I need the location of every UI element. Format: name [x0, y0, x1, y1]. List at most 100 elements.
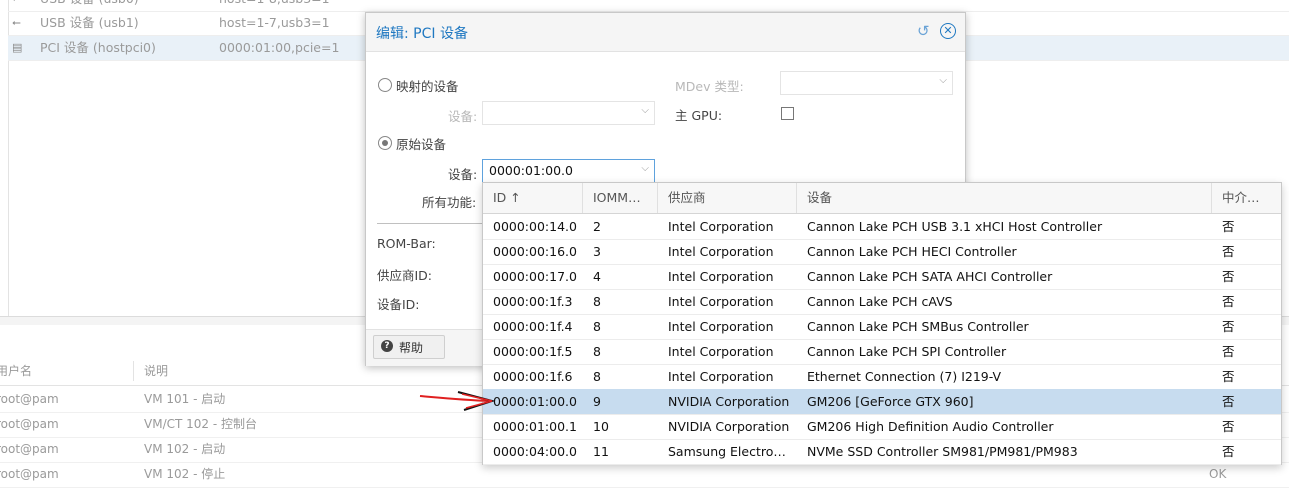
cell-vendor: Intel Corporation — [668, 369, 774, 384]
raw-device-radio[interactable] — [378, 136, 392, 150]
pci-device-row[interactable]: 0000:00:14.0 2 Intel Corporation Cannon Lak… — [483, 214, 1281, 240]
cell-iommu: 10 — [593, 419, 609, 434]
cell-iommu: 11 — [593, 444, 609, 459]
pci-device-row[interactable]: 0000:04:00.0 11 Samsung Electro… NVMe SSD C… — [483, 439, 1281, 465]
cell-device: NVMe SSD Controller SM981/PM981/PM983 — [807, 444, 1078, 459]
usb-icon: ⭠ — [12, 0, 32, 11]
mapped-device-radio[interactable] — [378, 78, 392, 92]
picker-header: ID ↑ IOMM… 供应商 设备 中介… — [483, 183, 1281, 214]
all-functions-label: 所有功能: — [422, 195, 477, 210]
cell-vendor: Intel Corporation — [668, 344, 774, 359]
cell-device: GM206 High Definition Audio Controller — [807, 419, 1054, 434]
pci-device-row[interactable]: 0000:00:17.0 4 Intel Corporation Cannon Lak… — [483, 264, 1281, 290]
mapped-device-field-label: 设备: — [448, 109, 478, 124]
col-vendor-header[interactable]: 供应商 — [658, 183, 797, 213]
tasklog-row[interactable]: root@pam VM 102 - 停止 OK — [0, 462, 1289, 488]
col-iommu-header[interactable]: IOMM… — [583, 183, 658, 213]
cell-mdev: 否 — [1222, 394, 1235, 409]
cell-vendor: Intel Corporation — [668, 269, 774, 284]
cell-vendor: NVIDIA Corporation — [668, 394, 790, 409]
cell-device: Cannon Lake PCH HECI Controller — [807, 244, 1017, 259]
pci-device-row[interactable]: 0000:01:00.1 10 NVIDIA Corporation GM206 Hi… — [483, 414, 1281, 440]
pci-card-icon: ▤ — [12, 41, 23, 54]
cell-iommu: 2 — [593, 219, 601, 234]
close-icon[interactable]: ✕ — [940, 23, 956, 39]
col-user-header[interactable]: 用户名 — [0, 357, 32, 385]
cell-id: 0000:00:1f.5 — [493, 344, 573, 359]
cell-mdev: 否 — [1222, 344, 1235, 359]
cell-vendor: Intel Corporation — [668, 319, 774, 334]
usb-icon: ⭠ — [12, 16, 21, 29]
reset-icon[interactable]: ↺ — [917, 23, 933, 39]
section-divider — [377, 223, 497, 224]
mdev-type-select[interactable]: ⌵ — [780, 71, 953, 95]
mdev-type-label: MDev 类型: — [675, 79, 744, 94]
cell-vendor: Samsung Electro… — [668, 444, 786, 459]
cell-id: 0000:00:17.0 — [493, 269, 577, 284]
question-icon: ? — [381, 340, 393, 352]
cell-id: 0000:01:00.1 — [493, 419, 577, 434]
cell-device: Cannon Lake PCH cAVS — [807, 294, 953, 309]
cell-vendor: Intel Corporation — [668, 294, 774, 309]
col-desc-header[interactable]: 说明 — [144, 357, 168, 385]
raw-device-field-label: 设备: — [448, 167, 478, 182]
cell-mdev: 否 — [1222, 244, 1235, 259]
pci-device-row[interactable]: 0000:00:1f.4 8 Intel Corporation Cannon Lak… — [483, 314, 1281, 340]
cell-device: Cannon Lake PCH SATA AHCI Controller — [807, 269, 1053, 284]
cell-vendor: NVIDIA Corporation — [668, 419, 790, 434]
col-device-header[interactable]: 设备 — [797, 183, 1212, 213]
rombar-label: ROM-Bar: — [377, 236, 436, 251]
vendor-id-label: 供应商ID: — [377, 268, 433, 283]
mapped-device-select[interactable]: ⌵ — [482, 101, 655, 125]
col-mdev-header[interactable]: 中介… — [1212, 183, 1281, 213]
cell-id: 0000:00:1f.4 — [493, 319, 573, 334]
cell-mdev: 否 — [1222, 269, 1235, 284]
cell-id: 0000:01:00.0 — [493, 394, 577, 409]
cell-id: 0000:00:1f.3 — [493, 294, 573, 309]
chevron-down-icon: ⌵ — [939, 75, 947, 86]
dialog-title: 编辑: PCI 设备 — [376, 26, 468, 42]
raw-device-select[interactable]: 0000:01:00.0 ⌵ — [482, 159, 655, 183]
pci-device-row[interactable]: 0000:00:1f.3 8 Intel Corporation Cannon Lak… — [483, 289, 1281, 315]
cell-id: 0000:04:00.0 — [493, 444, 577, 459]
cell-device: Cannon Lake PCH SMBus Controller — [807, 319, 1029, 334]
pci-device-row[interactable]: 0000:01:00.0 9 NVIDIA Corporation GM206 [Ge… — [483, 389, 1281, 415]
chevron-down-icon: ⌵ — [641, 163, 649, 174]
annotation-arrow-icon — [419, 391, 496, 411]
cell-vendor: Intel Corporation — [668, 219, 774, 234]
cell-iommu: 8 — [593, 369, 601, 384]
cell-iommu: 8 — [593, 344, 601, 359]
cell-device: GM206 [GeForce GTX 960] — [807, 394, 974, 409]
mapped-device-label: 映射的设备 — [396, 79, 459, 94]
cell-mdev: 否 — [1222, 294, 1235, 309]
dialog-titlebar[interactable]: 编辑: PCI 设备 ↺ ✕ — [366, 13, 965, 52]
primary-gpu-label: 主 GPU: — [675, 108, 723, 123]
cell-iommu: 3 — [593, 244, 601, 259]
cell-id: 0000:00:1f.6 — [493, 369, 573, 384]
device-id-label: 设备ID: — [377, 297, 420, 312]
cell-iommu: 8 — [593, 294, 601, 309]
cell-device: Ethernet Connection (7) I219-V — [807, 369, 1002, 384]
chevron-down-icon: ⌵ — [641, 105, 649, 116]
raw-device-value: 0000:01:00.0 — [489, 163, 573, 178]
cell-device: Cannon Lake PCH SPI Controller — [807, 344, 1007, 359]
pci-device-row[interactable]: 0000:00:16.0 3 Intel Corporation Cannon Lak… — [483, 239, 1281, 265]
pci-device-row[interactable]: 0000:00:1f.6 8 Intel Corporation Ethernet C… — [483, 364, 1281, 390]
cell-id: 0000:00:14.0 — [493, 219, 577, 234]
cell-iommu: 4 — [593, 269, 601, 284]
pci-device-row[interactable]: 0000:00:1f.5 8 Intel Corporation Cannon Lak… — [483, 339, 1281, 365]
cell-mdev: 否 — [1222, 444, 1235, 459]
column-divider — [133, 361, 134, 381]
cell-mdev: 否 — [1222, 419, 1235, 434]
col-id-header[interactable]: ID ↑ — [483, 183, 583, 213]
cell-id: 0000:00:16.0 — [493, 244, 577, 259]
help-button[interactable]: ? 帮助 — [373, 335, 445, 359]
cell-device: Cannon Lake PCH USB 3.1 xHCI Host Contro… — [807, 219, 1103, 234]
cell-mdev: 否 — [1222, 219, 1235, 234]
status-text: OK — [1209, 467, 1227, 481]
cell-iommu: 8 — [593, 319, 601, 334]
cell-iommu: 9 — [593, 394, 601, 409]
cell-vendor: Intel Corporation — [668, 244, 774, 259]
cell-mdev: 否 — [1222, 369, 1235, 384]
primary-gpu-checkbox[interactable] — [781, 107, 794, 120]
